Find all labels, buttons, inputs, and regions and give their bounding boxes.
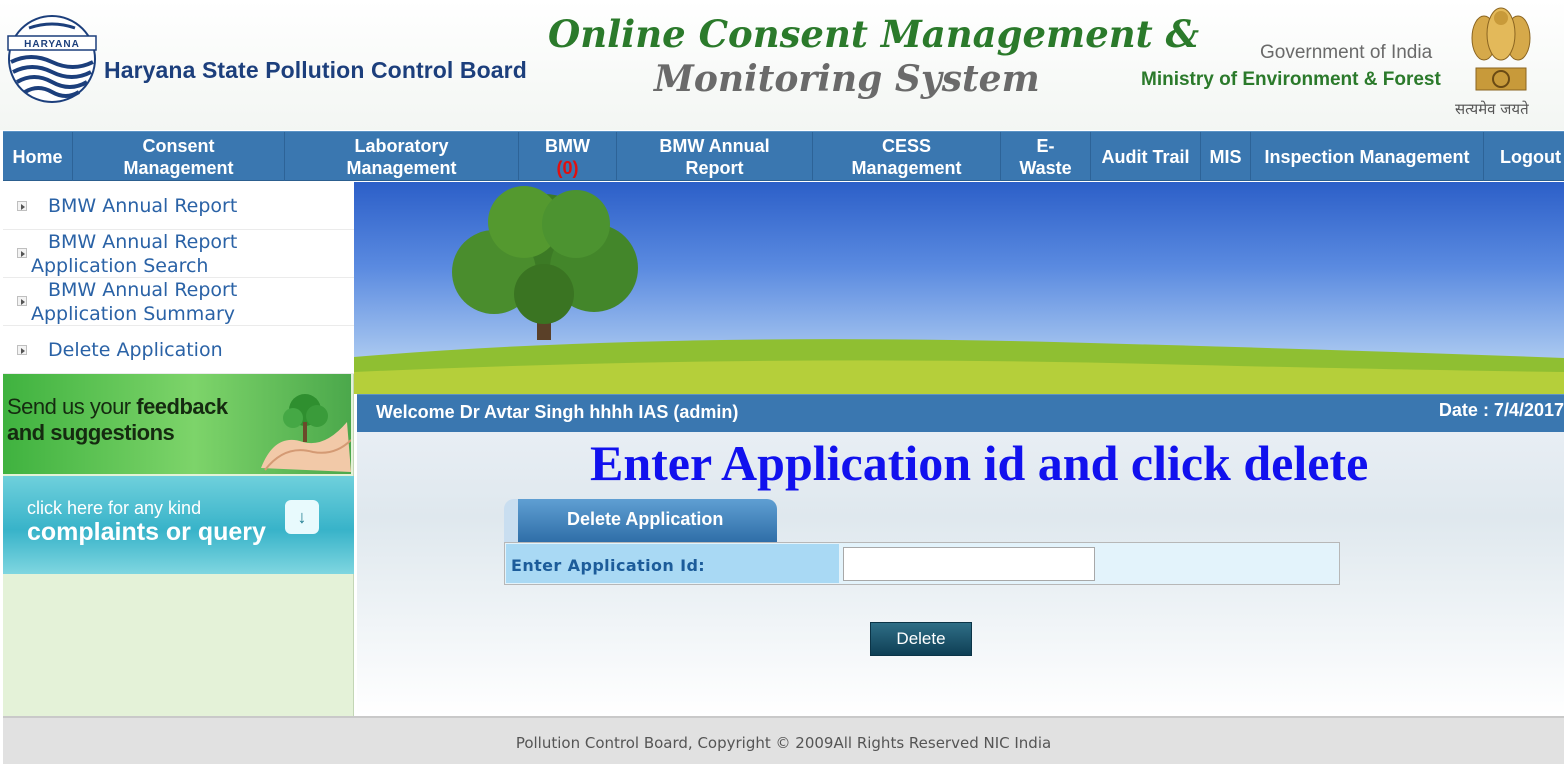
menu-arrow-icon (17, 345, 27, 355)
complaint-banner[interactable]: click here for any kind complaints or qu… (3, 476, 354, 574)
nav-audit-trail[interactable]: Audit Trail (1091, 132, 1201, 181)
delete-application-tab: Delete Application (504, 499, 777, 542)
app-title-line2: Monitoring System (654, 58, 1040, 100)
nav-laboratory-management[interactable]: Laboratory Management (285, 132, 519, 181)
delete-application-form: Enter Application Id: (504, 542, 1340, 585)
nav-mis-label: MIS (1209, 146, 1242, 167)
national-emblem-icon (1471, 7, 1531, 91)
field-label-cell: Enter Application Id: (506, 544, 839, 583)
sidebar-item-bmw-annual-report[interactable]: BMW Annual Report (3, 182, 354, 230)
down-arrow-icon: ↓ (285, 500, 319, 534)
sidebar-item-application-summary[interactable]: BMW Annual Report Application Summary (3, 278, 354, 326)
nav-e-waste[interactable]: E- Waste (1001, 132, 1091, 181)
nav-label-line1: E- (1036, 135, 1055, 156)
sidebar-menu: BMW Annual Report BMW Annual Report Appl… (3, 182, 354, 374)
app-title-line1: Online Consent Management & (548, 12, 1200, 56)
nav-label-line2: Waste (1019, 157, 1072, 178)
site-header: HARYANA Haryana State Pollution Control … (0, 0, 1564, 130)
org-name: Haryana State Pollution Control Board (104, 57, 527, 83)
complaint-big-text: complaints or query (27, 518, 266, 546)
nav-label-line1: Consent (142, 135, 215, 156)
nav-inspection-label: Inspection Management (1264, 146, 1470, 167)
tree-banner-image (354, 182, 1564, 394)
application-id-label: Enter Application Id: (511, 556, 706, 575)
nav-label-line2: Management (851, 157, 962, 178)
welcome-text: Welcome Dr Avtar Singh hhhh IAS (admin) (376, 402, 739, 422)
nav-label-line1: CESS (881, 135, 932, 156)
bmw-count-badge: (0) (556, 157, 579, 178)
main-content: Enter Application id and click delete De… (357, 432, 1564, 716)
sidebar-item-label: BMW Annual Report (48, 195, 238, 217)
nav-bmw-label: BMW (545, 135, 590, 156)
hands-with-plant-icon (261, 394, 351, 472)
nav-label-line1: Laboratory (354, 135, 449, 156)
motto-text: सत्यमेव जयते (1455, 100, 1529, 118)
menu-arrow-icon (17, 201, 27, 211)
nav-label-line2: Management (123, 157, 234, 178)
nav-label-line2: Management (346, 157, 457, 178)
svg-text:HARYANA: HARYANA (24, 39, 80, 50)
nav-logout-label: Logout (1500, 146, 1561, 167)
menu-arrow-icon (17, 248, 27, 258)
sidebar-item-label: BMW Annual Report Application Summary (31, 279, 238, 325)
nav-logout[interactable]: Logout (1484, 132, 1564, 181)
government-of-india-text: Government of India (1260, 42, 1433, 63)
feedback-prefix: Send us your (7, 394, 137, 419)
menu-arrow-icon (17, 296, 27, 306)
feedback-bold: feedback (136, 394, 228, 419)
nav-bmw-annual-report[interactable]: BMW Annual Report (617, 132, 813, 181)
sidebar: BMW Annual Report BMW Annual Report Appl… (3, 182, 354, 716)
nav-inspection-management[interactable]: Inspection Management (1251, 132, 1484, 181)
feedback-bold-line2: and suggestions (7, 420, 175, 445)
nav-label-line1: BMW Annual (659, 135, 770, 156)
ministry-text: Ministry of Environment & Forest (1141, 69, 1441, 90)
delete-button[interactable]: Delete (870, 622, 972, 656)
instruction-heading: Enter Application id and click delete (590, 435, 1369, 491)
nav-mis[interactable]: MIS (1201, 132, 1251, 181)
nav-home[interactable]: Home (3, 132, 73, 181)
sidebar-item-label: BMW Annual Report Application Search (31, 231, 238, 277)
hspcb-logo-icon: HARYANA (7, 15, 97, 103)
panel-title: Delete Application (567, 509, 724, 529)
sidebar-item-delete-application[interactable]: Delete Application (3, 326, 354, 374)
welcome-bar: Welcome Dr Avtar Singh hhhh IAS (admin) … (357, 394, 1564, 432)
feedback-banner[interactable]: Send us your feedback and suggestions (3, 374, 351, 474)
nav-bmw[interactable]: BMW (0) (519, 132, 617, 181)
complaint-small-text: click here for any kind (27, 498, 202, 518)
application-id-input[interactable] (843, 547, 1095, 581)
tree-landscape-icon (354, 186, 1564, 394)
nav-cess-management[interactable]: CESS Management (813, 132, 1001, 181)
nav-consent-management[interactable]: Consent Management (73, 132, 285, 181)
nav-label-line2: Report (685, 157, 744, 178)
nav-audit-label: Audit Trail (1101, 146, 1190, 167)
feedback-text: Send us your feedback and suggestions (7, 394, 228, 446)
site-footer: Pollution Control Board, Copyright © 200… (3, 716, 1564, 764)
sidebar-item-label: Delete Application (48, 339, 223, 361)
nav-home-label: Home (12, 146, 63, 167)
copyright-text: Pollution Control Board, Copyright © 200… (515, 734, 1052, 752)
sidebar-item-application-search[interactable]: BMW Annual Report Application Search (3, 230, 354, 278)
main-nav: Home Consent Management Laboratory Managem… (3, 131, 1564, 181)
date-text: Date : 7/4/2017 (1438, 400, 1564, 420)
